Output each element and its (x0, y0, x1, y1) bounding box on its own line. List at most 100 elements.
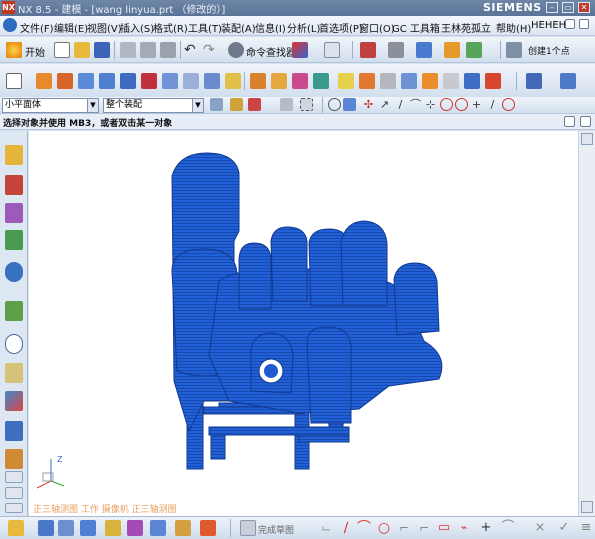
constraint-navigator-icon[interactable] (5, 175, 23, 195)
quadrant-point-icon[interactable]: ⊹ (424, 98, 437, 111)
menu-file[interactable]: 文件(F) (20, 20, 54, 35)
trim-body-icon[interactable] (292, 73, 308, 89)
redo-icon[interactable]: ↷ (203, 42, 219, 58)
point-sketch-icon[interactable]: + (478, 520, 494, 536)
menu-preferences[interactable]: 首选项(P) (319, 20, 363, 35)
shell-icon[interactable] (338, 73, 354, 89)
circle-icon[interactable]: ○ (376, 520, 392, 536)
rectangle-select-icon[interactable] (300, 98, 313, 111)
create-point-button[interactable]: 创建1个点 (528, 44, 570, 57)
fillet-icon[interactable]: ⌐ (396, 520, 412, 536)
mate-icon[interactable] (150, 520, 166, 536)
unite-icon[interactable] (313, 73, 329, 89)
trim-icon[interactable]: ⨯ (532, 520, 548, 536)
type-filter-dropdown[interactable]: 小平面体 ▼ (2, 98, 99, 113)
close-icon[interactable]: ✕ (578, 2, 590, 13)
vertical-scrollbar[interactable] (578, 131, 595, 516)
sphere-icon[interactable] (141, 73, 157, 89)
menu-view[interactable]: 视图(V) (87, 20, 122, 35)
deselect-icon[interactable] (280, 98, 293, 111)
line-point-icon[interactable]: / (394, 98, 407, 111)
menu-gc-toolkit[interactable]: GC 工具箱 (392, 20, 440, 35)
copy-icon[interactable] (140, 42, 156, 58)
view-icon[interactable] (526, 73, 542, 89)
select-box-icon[interactable] (360, 42, 376, 58)
assembly-navigator-icon[interactable] (5, 145, 23, 165)
tangent-point-icon[interactable] (455, 98, 468, 111)
render-style-icon[interactable] (416, 42, 432, 58)
snap-icon[interactable] (324, 42, 340, 58)
menu-analysis[interactable]: 分析(L) (287, 20, 320, 35)
existing-point-icon[interactable]: / (486, 98, 499, 111)
add-component-icon[interactable] (80, 520, 96, 536)
offset-icon[interactable]: ≡ (578, 520, 594, 536)
command-finder-button[interactable]: 命令查找器 (246, 44, 296, 59)
move-icon[interactable] (105, 520, 121, 536)
layer-icon[interactable] (444, 42, 460, 58)
pad-icon[interactable] (225, 73, 241, 89)
open-icon[interactable] (8, 520, 24, 536)
boss-icon[interactable] (183, 73, 199, 89)
part-navigator-icon[interactable] (5, 203, 23, 223)
pocket-icon[interactable] (204, 73, 220, 89)
edit-object-icon[interactable] (466, 42, 482, 58)
point-icon[interactable] (506, 42, 522, 58)
scroll-down-icon[interactable] (581, 501, 593, 513)
display-mode-icon[interactable] (388, 42, 404, 58)
scroll-down-icon[interactable] (5, 503, 23, 513)
selection-scope-dropdown[interactable]: 整个装配 ▼ (103, 98, 204, 113)
menu-heheh[interactable]: HEHEH (531, 20, 566, 31)
circle-select-icon[interactable] (328, 98, 341, 111)
graphics-window[interactable]: Z 正三轴测图 工作 摄像机 正三轴测图 (29, 131, 578, 516)
sketch-icon[interactable] (292, 42, 308, 58)
pmi-icon[interactable] (38, 520, 54, 536)
arc-icon[interactable]: ⌒ (356, 520, 372, 536)
process-studio-icon[interactable] (5, 363, 23, 383)
rectangle-icon[interactable]: ▭ (436, 520, 452, 536)
roles-icon[interactable] (5, 391, 23, 411)
menu-wanglinyuan[interactable]: 王林苑 (441, 20, 471, 35)
cut-icon[interactable] (120, 42, 136, 58)
nx-menu-icon[interactable] (3, 18, 17, 32)
history-icon[interactable] (5, 301, 23, 321)
internet-explorer-icon[interactable] (5, 262, 23, 282)
clock-icon[interactable] (5, 334, 23, 354)
command-finder-icon[interactable] (228, 42, 244, 58)
scroll-down-icon[interactable] (5, 471, 23, 483)
menu-help[interactable]: 帮助(H) (496, 20, 531, 35)
pattern-icon[interactable] (401, 73, 417, 89)
sketch-plane-icon[interactable] (6, 73, 22, 89)
wave-icon[interactable] (175, 520, 191, 536)
thread-icon[interactable] (443, 73, 459, 89)
arc-center-icon[interactable] (440, 98, 453, 111)
point-on-curve-icon[interactable] (502, 98, 515, 111)
menu-isolate[interactable]: 孤立 (471, 20, 491, 35)
save-icon[interactable] (94, 42, 110, 58)
component-icon[interactable] (58, 520, 74, 536)
explode-icon[interactable] (200, 520, 216, 536)
restore-viewport-icon[interactable] (564, 116, 575, 127)
analysis-icon[interactable] (560, 73, 576, 89)
scroll-down-icon[interactable] (5, 487, 23, 499)
system-materials-icon[interactable] (5, 421, 23, 441)
intersection-point-icon[interactable]: + (470, 98, 483, 111)
menu-format[interactable]: 格式(R) (153, 20, 188, 35)
close-doc-icon[interactable] (579, 19, 589, 29)
menu-insert[interactable]: 插入(S) (120, 20, 154, 35)
menu-information[interactable]: 信息(I) (255, 20, 286, 35)
snap-point-icon[interactable] (248, 98, 261, 111)
spline-icon[interactable]: ⌒ (500, 520, 516, 536)
extrude-icon[interactable] (36, 73, 52, 89)
curve-point-icon[interactable]: ⌒ (409, 98, 422, 111)
scroll-up-icon[interactable] (581, 133, 593, 145)
mirror-icon[interactable] (380, 73, 396, 89)
reuse-library-icon[interactable] (5, 230, 23, 250)
start-button[interactable]: 开始 (25, 44, 45, 59)
select-all-icon[interactable] (230, 98, 243, 111)
line-icon[interactable]: ∕ (338, 520, 354, 536)
open-folder-icon[interactable] (74, 42, 90, 58)
hole-icon[interactable] (162, 73, 178, 89)
undo-icon[interactable]: ↶ (184, 42, 200, 58)
profile-icon[interactable]: ⌙ (318, 520, 334, 536)
restore-icon[interactable]: ▭ (562, 2, 574, 13)
